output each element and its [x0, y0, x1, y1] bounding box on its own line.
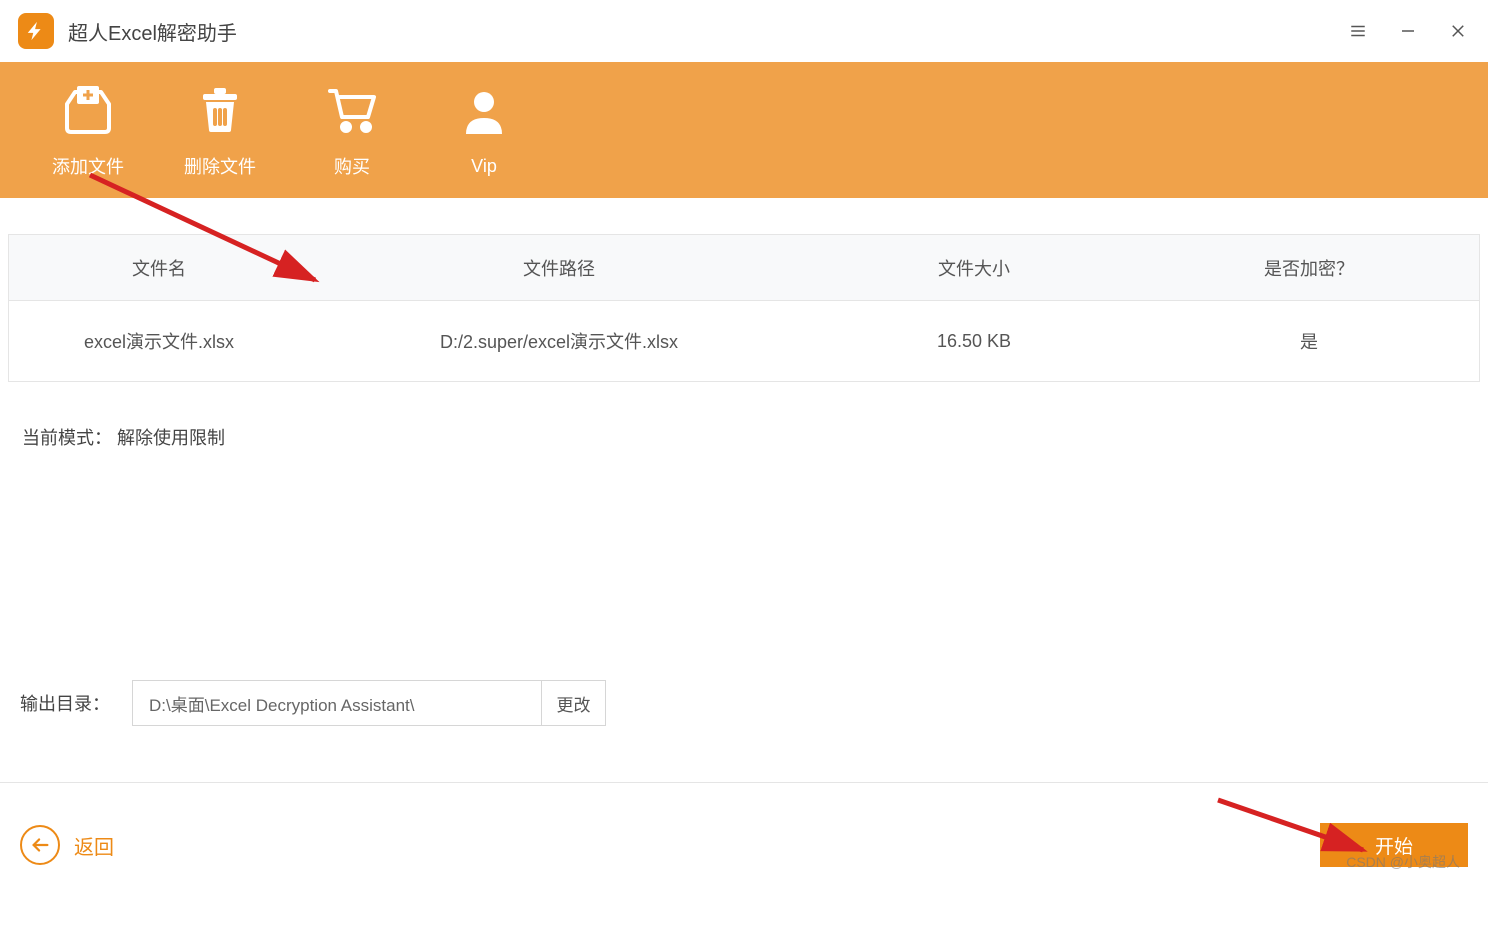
- back-arrow-icon: [20, 825, 60, 865]
- col-path: 文件路径: [309, 255, 809, 281]
- cart-icon: [326, 81, 378, 137]
- cell-size: 16.50 KB: [809, 331, 1139, 352]
- delete-file-label: 删除文件: [184, 153, 256, 179]
- output-path-input[interactable]: [133, 681, 541, 725]
- mode-line: 当前模式： 解除使用限制: [22, 424, 1480, 450]
- output-box: 更改: [132, 680, 606, 726]
- cell-name: excel演示文件.xlsx: [9, 328, 309, 354]
- col-name: 文件名: [9, 255, 309, 281]
- watermark: CSDN @小奥超人: [1346, 852, 1460, 872]
- trash-icon: [197, 81, 243, 137]
- add-file-label: 添加文件: [52, 153, 124, 179]
- user-icon: [462, 84, 506, 140]
- change-output-button[interactable]: 更改: [541, 681, 605, 725]
- delete-file-button[interactable]: 删除文件: [180, 81, 260, 179]
- add-file-button[interactable]: 添加文件: [48, 81, 128, 179]
- purchase-button[interactable]: 购买: [312, 81, 392, 179]
- app-logo-icon: [18, 13, 54, 49]
- minimize-icon[interactable]: [1396, 19, 1420, 43]
- close-icon[interactable]: [1446, 19, 1470, 43]
- add-file-icon: [61, 81, 115, 137]
- toolbar: 添加文件 删除文件 购买: [0, 62, 1488, 198]
- purchase-label: 购买: [334, 153, 370, 179]
- back-button[interactable]: 返回: [20, 825, 114, 865]
- mode-label: 当前模式：: [22, 428, 112, 448]
- output-directory-row: 输出目录： 更改: [20, 680, 606, 726]
- vip-button[interactable]: Vip: [444, 84, 524, 177]
- cell-path: D:/2.super/excel演示文件.xlsx: [309, 328, 809, 354]
- menu-icon[interactable]: [1346, 19, 1370, 43]
- titlebar: 超人Excel解密助手: [0, 0, 1488, 62]
- table-header: 文件名 文件路径 文件大小 是否加密？: [9, 235, 1479, 301]
- title-left: 超人Excel解密助手: [18, 13, 237, 49]
- window-controls: [1346, 19, 1470, 43]
- back-label: 返回: [74, 831, 114, 860]
- output-label: 输出目录：: [20, 690, 110, 716]
- table-row[interactable]: excel演示文件.xlsx D:/2.super/excel演示文件.xlsx…: [9, 301, 1479, 381]
- cell-encrypted: 是: [1139, 328, 1479, 354]
- col-encrypted: 是否加密？: [1139, 255, 1479, 281]
- vip-label: Vip: [471, 156, 497, 177]
- file-table: 文件名 文件路径 文件大小 是否加密？ excel演示文件.xlsx D:/2.…: [8, 234, 1480, 382]
- mode-value: 解除使用限制: [117, 428, 225, 448]
- col-size: 文件大小: [809, 255, 1139, 281]
- content-area: 文件名 文件路径 文件大小 是否加密？ excel演示文件.xlsx D:/2.…: [0, 198, 1488, 450]
- footer: 返回 开始: [0, 810, 1488, 880]
- footer-separator: [0, 782, 1488, 783]
- app-title: 超人Excel解密助手: [68, 17, 237, 46]
